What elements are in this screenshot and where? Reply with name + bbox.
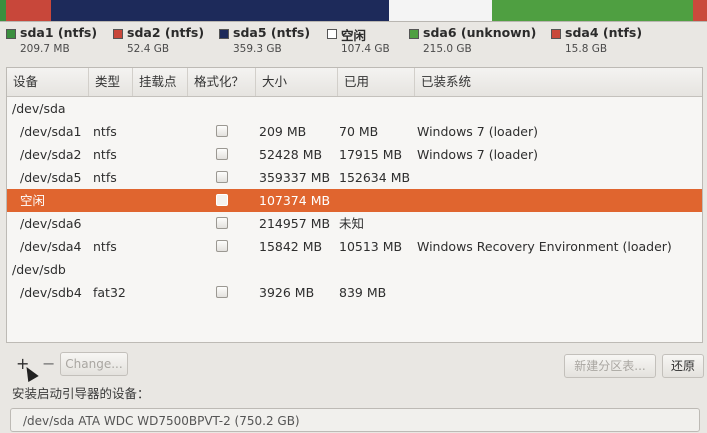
- used-cell: 17915 MB: [339, 147, 403, 162]
- bootloader-device-select[interactable]: /dev/sda ATA WDC WD7500BPVT-2 (750.2 GB): [10, 408, 700, 432]
- format-checkbox[interactable]: [216, 286, 228, 298]
- device-cell: /dev/sdb4: [20, 285, 82, 300]
- device-cell: /dev/sda6: [20, 216, 82, 231]
- table-row[interactable]: /dev/sda1 ntfs 209 MB 70 MB Windows 7 (l…: [7, 120, 702, 143]
- bootloader-label: 安装启动引导器的设备：: [12, 386, 150, 401]
- legend-name: sda1 (ntfs): [20, 25, 98, 40]
- change-partition-button[interactable]: Change...: [60, 352, 128, 376]
- device-cell: 空闲: [20, 193, 46, 208]
- table-header: 设备 类型 挂载点 格式化？ 大小 已用 已装系统: [7, 68, 702, 97]
- legend-name: sda5 (ntfs): [233, 25, 311, 40]
- used-cell: 839 MB: [339, 285, 387, 300]
- legend-size: 15.8 GB: [565, 43, 608, 55]
- device-cell: /dev/sda4: [20, 239, 82, 254]
- column-header-size[interactable]: 大小: [256, 68, 338, 96]
- partition-bar: [0, 0, 707, 22]
- size-cell: 3926 MB: [259, 285, 315, 300]
- partition-bar-sda4: [693, 0, 707, 21]
- type-cell: ntfs: [93, 239, 117, 254]
- table-row-selected[interactable]: 空闲 107374 MB: [7, 189, 702, 212]
- legend-name: sda6 (unknown): [423, 25, 537, 40]
- column-header-type[interactable]: 类型: [89, 68, 133, 96]
- legend-size: 107.4 GB: [341, 43, 390, 55]
- partition-bar-sda2: [6, 0, 51, 21]
- device-cell: /dev/sdb: [12, 262, 66, 277]
- device-cell: /dev/sda5: [20, 170, 82, 185]
- legend-name: 空闲: [341, 28, 367, 43]
- new-partition-table-button[interactable]: 新建分区表...: [564, 354, 656, 378]
- system-cell: Windows 7 (loader): [417, 124, 538, 139]
- format-checkbox[interactable]: [216, 240, 228, 252]
- legend-swatch: [551, 29, 561, 39]
- remove-partition-button[interactable]: −: [42, 352, 55, 376]
- size-cell: 359337 MB: [259, 170, 331, 185]
- device-cell: /dev/sda2: [20, 147, 82, 162]
- legend-swatch: [6, 29, 16, 39]
- size-cell: 15842 MB: [259, 239, 323, 254]
- used-cell: 152634 MB: [339, 170, 411, 185]
- used-cell: 70 MB: [339, 124, 379, 139]
- column-header-device[interactable]: 设备: [7, 68, 89, 96]
- legend-swatch: [409, 29, 419, 39]
- legend-swatch: [113, 29, 123, 39]
- column-header-used[interactable]: 已用: [338, 68, 415, 96]
- legend-size: 209.7 MB: [20, 43, 70, 55]
- format-checkbox[interactable]: [216, 194, 228, 206]
- table-row[interactable]: /dev/sda6 214957 MB 未知: [7, 212, 702, 235]
- column-header-mount[interactable]: 挂载点: [133, 68, 188, 96]
- table-row-group[interactable]: /dev/sda: [7, 97, 702, 120]
- device-cell: /dev/sda: [12, 101, 66, 116]
- column-header-system[interactable]: 已装系统: [415, 68, 702, 96]
- legend-name: sda2 (ntfs): [127, 25, 205, 40]
- legend-name: sda4 (ntfs): [565, 25, 643, 40]
- format-checkbox[interactable]: [216, 171, 228, 183]
- size-cell: 209 MB: [259, 124, 307, 139]
- revert-button[interactable]: 还原: [662, 354, 704, 378]
- system-cell: Windows Recovery Environment (loader): [417, 239, 672, 254]
- size-cell: 107374 MB: [259, 193, 331, 208]
- table-row[interactable]: /dev/sdb4 fat32 3926 MB 839 MB: [7, 281, 702, 304]
- table-row[interactable]: /dev/sda5 ntfs 359337 MB 152634 MB: [7, 166, 702, 189]
- legend-size: 359.3 GB: [233, 43, 282, 55]
- partition-legend: sda1 (ntfs) 209.7 MB sda2 (ntfs) 52.4 GB…: [6, 25, 706, 61]
- legend-size: 215.0 GB: [423, 43, 472, 55]
- format-checkbox[interactable]: [216, 148, 228, 160]
- type-cell: fat32: [93, 285, 126, 300]
- size-cell: 214957 MB: [259, 216, 331, 231]
- legend-swatch: [219, 29, 229, 39]
- partition-bar-free: [389, 0, 492, 21]
- partition-bar-sda6: [492, 0, 693, 21]
- device-cell: /dev/sda1: [20, 124, 82, 139]
- legend-swatch: [327, 29, 337, 39]
- format-checkbox[interactable]: [216, 125, 228, 137]
- legend-size: 52.4 GB: [127, 43, 170, 55]
- type-cell: ntfs: [93, 124, 117, 139]
- table-row[interactable]: /dev/sda2 ntfs 52428 MB 17915 MB Windows…: [7, 143, 702, 166]
- type-cell: ntfs: [93, 170, 117, 185]
- format-checkbox[interactable]: [216, 217, 228, 229]
- size-cell: 52428 MB: [259, 147, 323, 162]
- used-cell: 10513 MB: [339, 239, 403, 254]
- used-cell: 未知: [339, 216, 365, 231]
- table-row[interactable]: /dev/sda4 ntfs 15842 MB 10513 MB Windows…: [7, 235, 702, 258]
- table-row-group[interactable]: /dev/sdb: [7, 258, 702, 281]
- partition-bar-sda5: [51, 0, 389, 21]
- system-cell: Windows 7 (loader): [417, 147, 538, 162]
- partition-table[interactable]: 设备 类型 挂载点 格式化？ 大小 已用 已装系统 /dev/sda /dev/…: [6, 67, 703, 343]
- type-cell: ntfs: [93, 147, 117, 162]
- column-header-format[interactable]: 格式化？: [188, 68, 256, 96]
